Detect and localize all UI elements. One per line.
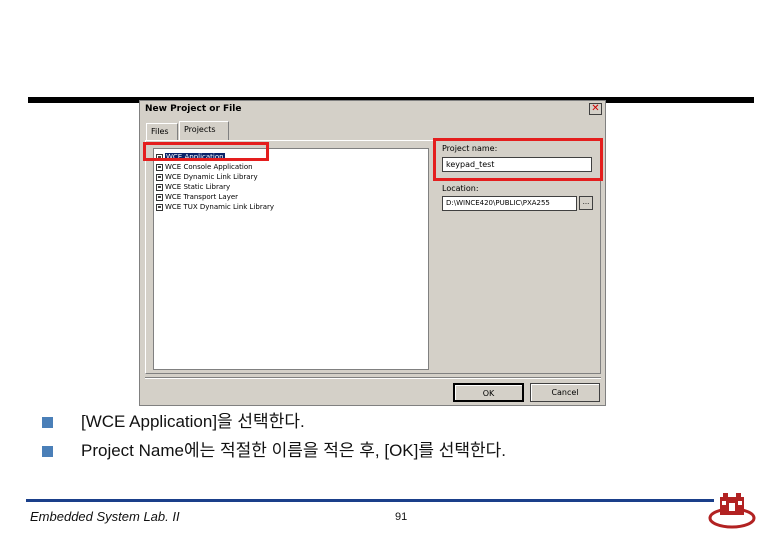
button-separator [145,377,601,379]
project-type-icon [156,183,163,191]
list-item-wce-console-application[interactable]: WCE Console Application [156,162,253,172]
tab-files[interactable]: Files [146,123,178,141]
project-name-highlight-frame [433,138,603,181]
project-type-icon [156,203,163,211]
university-logo [708,493,756,529]
list-item-wce-static-library[interactable]: WCE Static Library [156,182,230,192]
wce-application-highlight-frame [143,142,269,161]
page-number: 91 [395,511,408,523]
lab-name: Embedded System Lab. II [30,509,180,524]
list-item-wce-dynamic-link-library[interactable]: WCE Dynamic Link Library [156,172,258,182]
ok-button[interactable]: OK [453,383,524,402]
browse-button[interactable]: ... [579,196,593,210]
project-type-icon [156,193,163,201]
bullet-text: [WCE Application]을 선택한다. [81,412,305,431]
list-item-wce-tux-dynamic-link-library[interactable]: WCE TUX Dynamic Link Library [156,202,274,212]
dialog-title: New Project or File [145,104,242,114]
bullet-square-icon [42,417,53,428]
footer-rule [26,499,714,502]
bullet-square-icon [42,446,53,457]
project-type-list[interactable]: WCE Application WCE Console Application … [153,148,429,370]
location-input[interactable]: D:\WINCE420\PUBLIC\PXA255 [442,196,577,211]
project-type-icon [156,163,163,171]
project-type-icon [156,173,163,181]
list-item-wce-transport-layer[interactable]: WCE Transport Layer [156,192,238,202]
tab-projects[interactable]: Projects [179,121,229,141]
bullet-text: Project Name에는 적절한 이름을 적은 후, [OK]를 선택한다. [81,441,507,460]
close-button[interactable]: ✕ [589,103,602,115]
cancel-button[interactable]: Cancel [530,383,600,402]
close-icon: ✕ [591,103,600,114]
dialog-titlebar: New Project or File ✕ [140,101,605,119]
location-label: Location: [442,184,479,193]
